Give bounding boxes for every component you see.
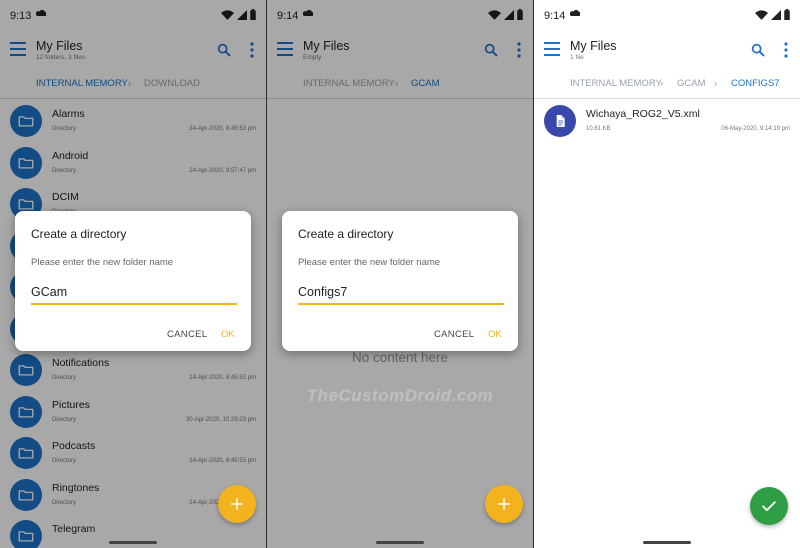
folder-name-input[interactable]: GCam	[31, 283, 237, 305]
app-bar: My Files 1 file	[534, 30, 800, 68]
cancel-button[interactable]: CANCEL	[167, 329, 207, 340]
dialog-prompt: Please enter the new folder name	[298, 257, 441, 268]
breadcrumb-internal-memory[interactable]: INTERNAL MEMORY	[570, 78, 662, 89]
more-vert-icon[interactable]	[784, 42, 788, 58]
gesture-nav-bar[interactable]	[643, 541, 691, 544]
item-date: 06-May-2020, 9:14:19 pm	[721, 126, 790, 132]
gesture-nav-bar[interactable]	[109, 541, 157, 544]
folder-name-input[interactable]: Configs7	[298, 283, 504, 305]
cloud-icon	[570, 10, 580, 16]
phone-screen-2: 9:14 My Files Empty INTERNAL MEMORY › GC…	[267, 0, 533, 548]
wifi-icon	[755, 10, 768, 20]
battery-icon	[784, 9, 790, 20]
add-folder-button[interactable]	[218, 485, 256, 523]
cancel-button[interactable]: CANCEL	[434, 329, 474, 340]
check-icon	[759, 496, 779, 516]
folder-name-value: Configs7	[298, 285, 348, 299]
create-directory-dialog: Create a directory Please enter the new …	[282, 211, 518, 351]
breadcrumb: INTERNAL MEMORY › GCAM › CONFIGS7	[534, 72, 800, 96]
chevron-right-icon: ›	[660, 78, 664, 89]
status-icons	[755, 9, 790, 20]
folder-name-value: GCam	[31, 285, 68, 299]
add-icon	[495, 495, 513, 513]
status-bar: 9:14	[534, 0, 800, 30]
watermark: TheCustomDroid.com	[306, 386, 494, 405]
file-icon	[544, 105, 576, 137]
menu-icon[interactable]	[544, 42, 560, 56]
folder-summary: 1 file	[570, 54, 584, 61]
list-item[interactable]: Wichaya_ROG2_V5.xml 10.61 KB 06-May-2020…	[534, 99, 800, 141]
gesture-nav-bar[interactable]	[376, 541, 424, 544]
ok-button[interactable]: OK	[488, 329, 502, 340]
confirm-button[interactable]	[750, 487, 788, 525]
item-name: Wichaya_ROG2_V5.xml	[586, 108, 700, 120]
create-directory-dialog: Create a directory Please enter the new …	[15, 211, 251, 351]
chevron-right-icon: ›	[714, 78, 718, 89]
dialog-title: Create a directory	[298, 227, 394, 241]
app-title: My Files	[570, 39, 617, 53]
item-size: 10.61 KB	[586, 126, 611, 132]
phone-screen-1: 9:13 My Files 12 folders, 3 files INTERN…	[0, 0, 266, 548]
add-icon	[228, 495, 246, 513]
ok-button[interactable]: OK	[221, 329, 235, 340]
file-list: Wichaya_ROG2_V5.xml 10.61 KB 06-May-2020…	[534, 99, 800, 141]
screenshot-collage: 9:13 My Files 12 folders, 3 files INTERN…	[0, 0, 800, 548]
phone-screen-3: 9:14 My Files 1 file INTERNAL MEMORY › G…	[534, 0, 800, 548]
dialog-prompt: Please enter the new folder name	[31, 257, 174, 268]
breadcrumb-configs7[interactable]: CONFIGS7	[731, 78, 780, 89]
signal-icon	[771, 10, 781, 20]
add-folder-button[interactable]	[485, 485, 523, 523]
search-icon[interactable]	[750, 42, 766, 58]
breadcrumb-gcam[interactable]: GCAM	[677, 78, 706, 89]
status-time: 9:14	[544, 10, 566, 22]
dialog-title: Create a directory	[31, 227, 127, 241]
